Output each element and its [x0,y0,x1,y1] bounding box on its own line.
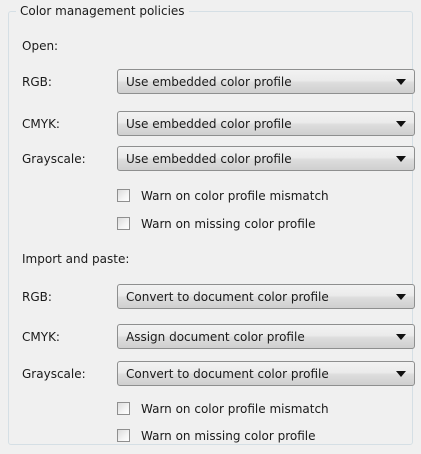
chevron-down-icon [396,156,406,162]
import-grayscale-label: Grayscale: [22,367,86,381]
open-section-heading: Open: [22,39,59,53]
color-management-panel: Color management policies Open: RGB: Use… [0,0,421,454]
chevron-down-icon [396,371,406,377]
open-cmyk-label: CMYK: [22,117,60,131]
import-warn-missing-label: Warn on missing color profile [141,429,316,443]
open-warn-mismatch-label: Warn on color profile mismatch [141,189,329,203]
open-rgb-dropdown-value: Use embedded color profile [126,75,292,89]
import-rgb-dropdown[interactable]: Convert to document color profile [117,284,415,309]
open-cmyk-dropdown[interactable]: Use embedded color profile [117,111,415,136]
import-cmyk-label: CMYK: [22,330,60,344]
checkbox-box[interactable] [117,189,130,202]
import-rgb-dropdown-value: Convert to document color profile [126,290,329,304]
chevron-down-icon [396,79,406,85]
open-grayscale-dropdown[interactable]: Use embedded color profile [117,146,415,171]
open-rgb-dropdown[interactable]: Use embedded color profile [117,69,415,94]
open-rgb-label: RGB: [22,75,52,89]
checkbox-box[interactable] [117,429,130,442]
open-cmyk-dropdown-value: Use embedded color profile [126,117,292,131]
group-title: Color management policies [16,3,189,19]
open-warn-missing-label: Warn on missing color profile [141,217,316,231]
open-grayscale-label: Grayscale: [22,152,86,166]
checkbox-box[interactable] [117,402,130,415]
import-warn-mismatch-label: Warn on color profile mismatch [141,402,329,416]
chevron-down-icon [396,294,406,300]
open-grayscale-dropdown-value: Use embedded color profile [126,152,292,166]
import-grayscale-dropdown[interactable]: Convert to document color profile [117,361,415,386]
import-paste-section-heading: Import and paste: [22,252,130,266]
checkbox-box[interactable] [117,217,130,230]
chevron-down-icon [396,334,406,340]
import-rgb-label: RGB: [22,290,52,304]
import-cmyk-dropdown-value: Assign document color profile [126,330,305,344]
import-cmyk-dropdown[interactable]: Assign document color profile [117,324,415,349]
chevron-down-icon [396,121,406,127]
import-grayscale-dropdown-value: Convert to document color profile [126,367,329,381]
